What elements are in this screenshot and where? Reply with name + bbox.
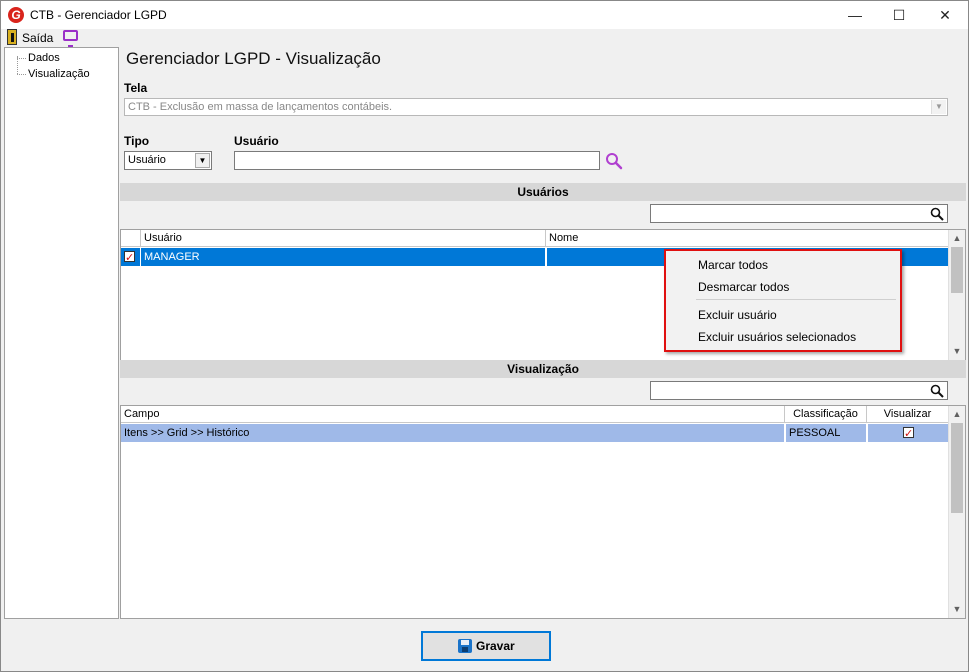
row-checkbox-cell[interactable] <box>121 248 141 267</box>
column-header-nome[interactable]: Nome <box>546 230 949 247</box>
cell-usuario: MANAGER <box>141 248 546 266</box>
tipo-select-value: Usuário <box>128 154 166 166</box>
door-exit-icon[interactable] <box>7 29 17 45</box>
users-grid-scrollbar[interactable]: ▲ ▼ <box>948 230 965 360</box>
minimize-button[interactable]: — <box>832 1 878 29</box>
users-section-header: Usuários <box>120 183 966 201</box>
scroll-up-icon[interactable]: ▲ <box>949 230 965 246</box>
table-row[interactable]: Itens >> Grid >> Histórico PESSOAL <box>121 424 949 443</box>
tree-connector <box>17 58 26 59</box>
search-icon[interactable] <box>605 152 623 170</box>
column-header-usuario[interactable]: Usuário <box>141 230 546 247</box>
search-icon[interactable] <box>930 207 944 221</box>
tela-select[interactable]: CTB - Exclusão em massa de lançamentos c… <box>124 98 948 116</box>
cell-campo: Itens >> Grid >> Histórico <box>121 424 785 442</box>
checkbox-column-header[interactable] <box>121 230 141 247</box>
close-button[interactable]: ✕ <box>922 1 968 29</box>
scroll-thumb[interactable] <box>951 423 963 513</box>
menu-item-excluir-selecionados[interactable]: Excluir usuários selecionados <box>698 330 856 344</box>
view-grid-header: Campo Classificação Visualizar <box>121 406 949 423</box>
app-window: G CTB - Gerenciador LGPD — ☐ ✕ Saída Dad… <box>0 0 969 672</box>
cell-classificacao: PESSOAL <box>785 424 867 442</box>
row-checkbox[interactable] <box>124 249 135 267</box>
save-button-label: Gravar <box>476 639 515 653</box>
tree-connector <box>17 74 26 75</box>
tipo-select[interactable]: Usuário ▼ <box>124 151 212 170</box>
maximize-button[interactable]: ☐ <box>876 1 922 29</box>
cell-visualizar[interactable] <box>867 424 949 443</box>
menu-item-excluir-usuario[interactable]: Excluir usuário <box>698 308 777 322</box>
monitor-icon[interactable] <box>63 30 78 47</box>
tree-item-visualizacao[interactable]: Visualização <box>28 68 90 80</box>
chevron-down-icon[interactable]: ▼ <box>931 100 946 114</box>
title-bar: G CTB - Gerenciador LGPD — ☐ ✕ <box>1 1 968 29</box>
users-grid-header: Usuário Nome <box>121 230 949 247</box>
column-header-visualizar[interactable]: Visualizar <box>867 406 949 423</box>
chevron-down-icon[interactable]: ▼ <box>195 153 210 168</box>
tela-label: Tela <box>124 81 148 95</box>
window-title: CTB - Gerenciador LGPD <box>30 8 167 22</box>
tipo-label: Tipo <box>124 134 150 148</box>
page-title: Gerenciador LGPD - Visualização <box>126 49 381 68</box>
context-menu: Marcar todos Desmarcar todos Excluir usu… <box>664 249 902 352</box>
usuario-input[interactable] <box>234 151 600 170</box>
column-header-campo[interactable]: Campo <box>121 406 785 423</box>
app-logo-icon: G <box>8 7 24 23</box>
tree-item-dados[interactable]: Dados <box>28 52 60 64</box>
column-header-classificacao[interactable]: Classificação <box>785 406 867 423</box>
menu-item-desmarcar-todos[interactable]: Desmarcar todos <box>698 280 789 294</box>
scroll-down-icon[interactable]: ▼ <box>949 343 965 359</box>
view-section-header: Visualização <box>120 360 966 378</box>
toolbar: Saída <box>1 29 968 47</box>
usuario-label: Usuário <box>234 134 279 148</box>
view-search-input[interactable] <box>650 381 948 400</box>
users-search-input[interactable] <box>650 204 948 223</box>
view-grid-scrollbar[interactable]: ▲ ▼ <box>948 406 965 618</box>
scroll-down-icon[interactable]: ▼ <box>949 601 965 617</box>
search-icon[interactable] <box>930 384 944 398</box>
menu-separator <box>696 299 896 300</box>
exit-button[interactable]: Saída <box>22 31 53 45</box>
menu-item-marcar-todos[interactable]: Marcar todos <box>698 258 768 272</box>
view-grid: Campo Classificação Visualizar Itens >> … <box>120 405 966 619</box>
navigation-tree: Dados Visualização <box>4 47 119 619</box>
footer-bar: Gravar <box>4 619 967 671</box>
tela-select-value: CTB - Exclusão em massa de lançamentos c… <box>128 101 393 113</box>
floppy-disk-icon <box>458 639 472 653</box>
scroll-thumb[interactable] <box>951 247 963 293</box>
scroll-up-icon[interactable]: ▲ <box>949 406 965 422</box>
visualizar-checkbox[interactable] <box>903 425 914 443</box>
save-button[interactable]: Gravar <box>421 631 551 661</box>
